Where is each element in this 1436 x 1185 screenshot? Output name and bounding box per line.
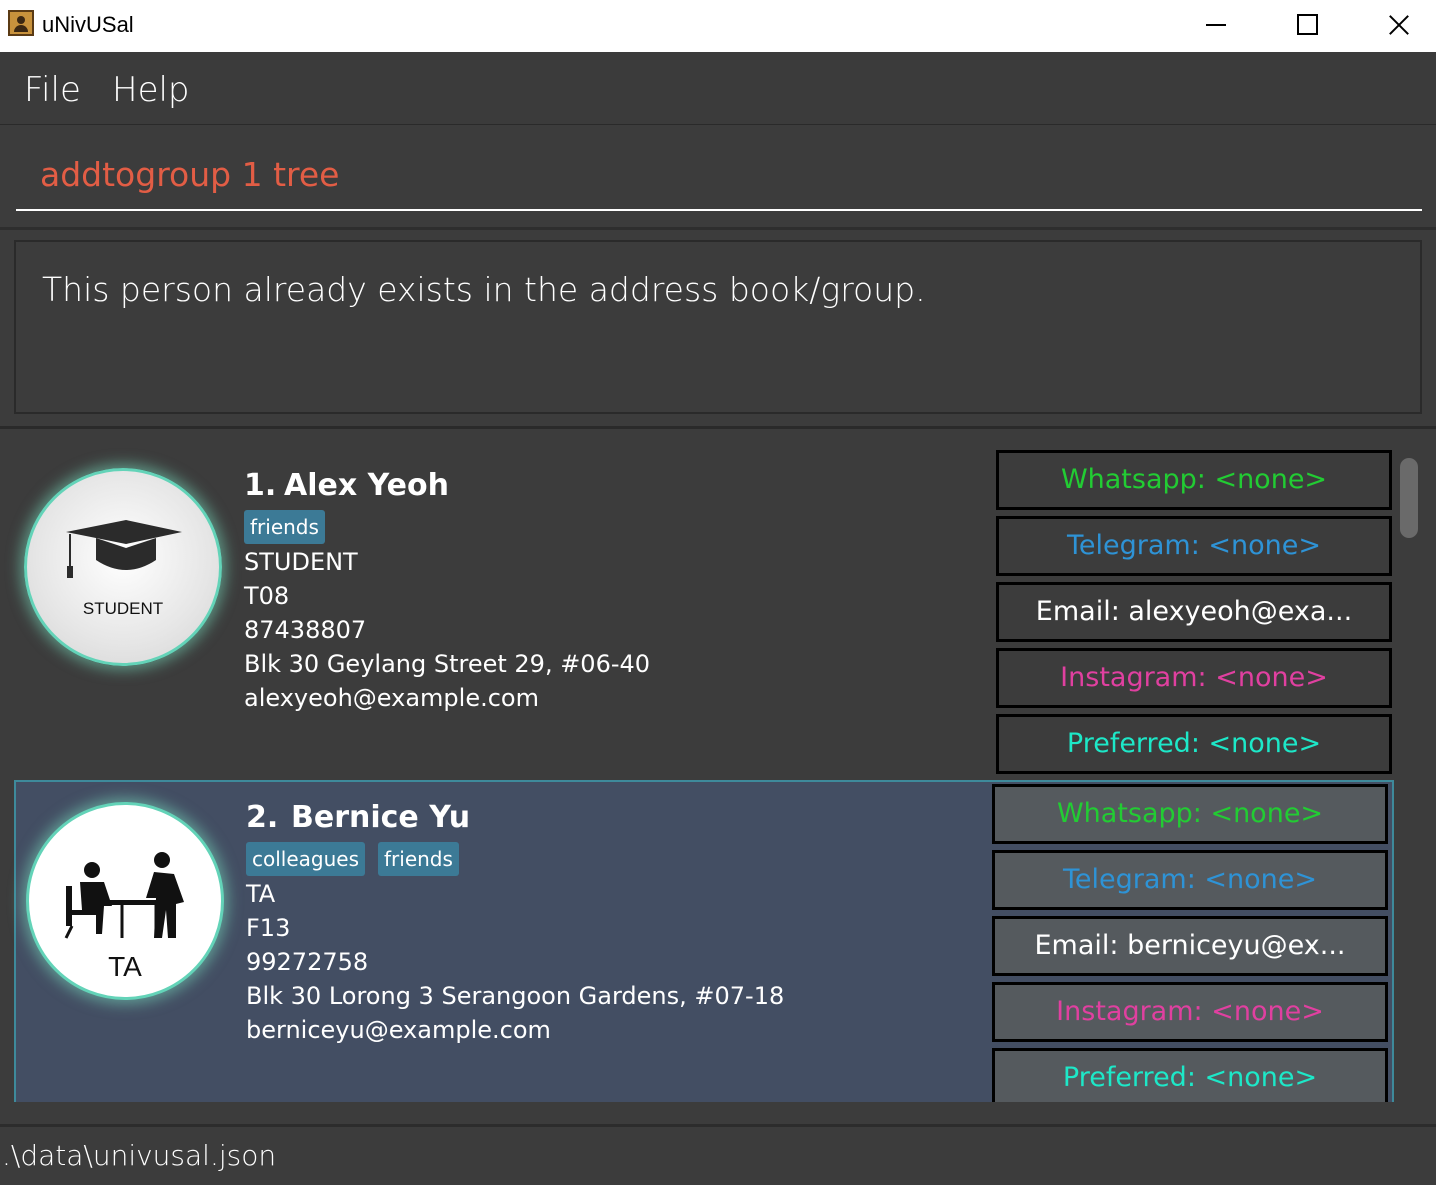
maximize-button[interactable] (1260, 0, 1352, 52)
student-avatar: STUDENT (24, 468, 222, 666)
person-address: Blk 30 Geylang Street 29, #06-40 (244, 650, 651, 678)
result-display-pane: This person already exists in the addres… (0, 230, 1436, 429)
status-bar: .\data\univusal.json (0, 1124, 1436, 1185)
person-phone: 99272758 (246, 948, 369, 976)
person-list[interactable]: STUDENT 1. Alex Yeoh friends STUDENT T08… (0, 430, 1436, 1102)
person-tutorial: F13 (246, 914, 291, 942)
save-file-path: .\data\univusal.json (2, 1139, 277, 1172)
contact-telegram[interactable]: Telegram: <none> (996, 516, 1392, 576)
person-name: Bernice Yu (291, 800, 471, 835)
person-index: 1. (244, 468, 277, 503)
person-name: Alex Yeoh (284, 468, 449, 503)
menu-help[interactable]: Help (112, 70, 190, 110)
person-email: alexyeoh@example.com (244, 684, 539, 712)
menu-file[interactable]: File (24, 70, 81, 110)
close-button[interactable] (1352, 0, 1436, 52)
person-role: STUDENT (244, 548, 358, 576)
contact-preferred[interactable]: Preferred: <none> (996, 714, 1392, 774)
graduation-cap-icon (66, 520, 182, 578)
person-email: berniceyu@example.com (246, 1016, 551, 1044)
contact-email[interactable]: Email: alexyeoh@exa... (996, 582, 1392, 642)
person-card-selected[interactable]: TA 2. Bernice Yu colleagues friends TA F… (14, 780, 1394, 1102)
tag-colleagues: colleagues (246, 842, 366, 876)
command-input[interactable] (16, 139, 1422, 211)
person-phone: 87438807 (244, 616, 367, 644)
result-message: This person already exists in the addres… (42, 270, 926, 309)
contact-preferred[interactable]: Preferred: <none> (992, 1048, 1388, 1102)
contact-whatsapp[interactable]: Whatsapp: <none> (996, 450, 1392, 510)
window-title-bar: uNivUSal (0, 0, 1436, 52)
contact-instagram[interactable]: Instagram: <none> (992, 982, 1388, 1042)
person-tutorial: T08 (244, 582, 290, 610)
menu-bar: File Help (0, 52, 1436, 125)
avatar-label: TA (108, 951, 142, 982)
person-role: TA (246, 880, 276, 908)
app-icon (8, 10, 34, 36)
person-address: Blk 30 Lorong 3 Serangoon Gardens, #07-1… (246, 982, 785, 1010)
window-title: uNivUSal (42, 12, 134, 37)
person-card[interactable]: STUDENT 1. Alex Yeoh friends STUDENT T08… (14, 448, 1394, 778)
command-box-pane (0, 125, 1436, 230)
avatar-label: STUDENT (82, 599, 164, 618)
ta-avatar: TA (26, 802, 224, 1000)
person-index: 2. (246, 800, 279, 835)
contact-email[interactable]: Email: berniceyu@ex... (992, 916, 1388, 976)
tag-friends: friends (244, 510, 325, 544)
contact-whatsapp[interactable]: Whatsapp: <none> (992, 784, 1388, 844)
minimize-button[interactable] (1170, 0, 1262, 52)
contact-instagram[interactable]: Instagram: <none> (996, 648, 1392, 708)
tag-friends: friends (378, 842, 459, 876)
list-scrollbar-thumb[interactable] (1400, 458, 1418, 538)
result-display[interactable]: This person already exists in the addres… (14, 240, 1422, 414)
contact-telegram[interactable]: Telegram: <none> (992, 850, 1388, 910)
